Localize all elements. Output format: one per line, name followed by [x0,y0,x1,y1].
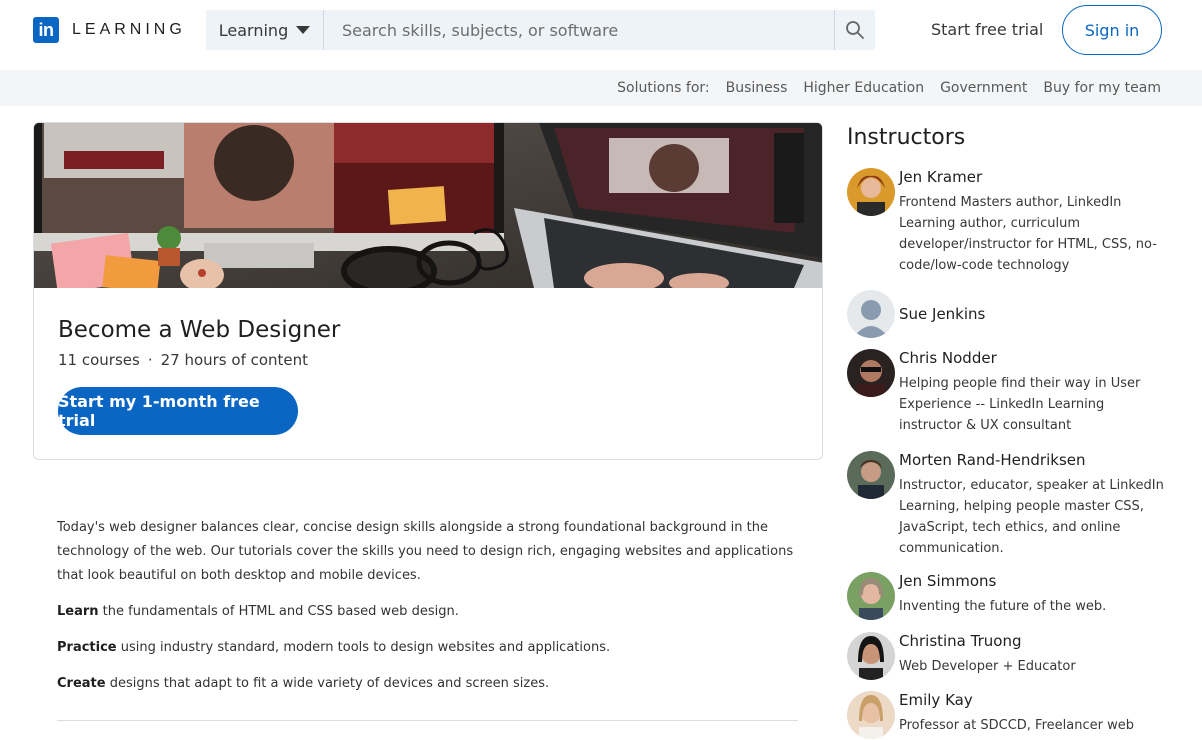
instructor-bio: Instructor, educator, speaker at LinkedI… [899,478,1164,556]
logo-wordmark: LEARNING [72,21,186,38]
top-header: in LEARNING Learning Start free trial Si… [0,0,1202,70]
description-point: Practice using industry standard, modern… [57,640,611,655]
instructor-name: Emily Kay [899,691,973,709]
instructor-name: Sue Jenkins [899,305,986,323]
avatar [847,451,895,499]
solutions-link-buy-for-team[interactable]: Buy for my team [1043,80,1161,96]
course-description: Today's web designer balances clear, con… [57,516,797,708]
linkedin-in-icon: in [33,17,59,43]
course-hours: 27 hours of content [160,351,309,369]
description-point: Create designs that adapt to fit a wide … [57,676,550,691]
instructor-name: Jen Simmons [899,572,997,590]
instructor-bio: Helping people find their way in User Ex… [899,376,1141,433]
start-free-trial-link[interactable]: Start free trial [931,20,1043,39]
instructor-bio: Professor at SDCCD, Freelancer web [899,718,1134,733]
avatar [847,691,895,739]
category-dropdown[interactable]: Learning [206,10,324,50]
instructor-name: Jen Kramer [899,168,983,186]
instructor-name: Morten Rand-Hendriksen [899,451,1086,469]
instructor-bio: Inventing the future of the web. [899,599,1107,614]
course-count: 11 courses [58,351,140,369]
avatar [847,572,895,620]
course-title: Become a Web Designer [58,317,341,343]
category-dropdown-label: Learning [218,20,289,40]
course-meta: 11 courses · 27 hours of content [58,351,308,369]
avatar [847,632,895,680]
hero-image [34,123,822,288]
instructors-heading: Instructors [847,125,966,150]
avatar [847,168,895,216]
sign-in-button[interactable]: Sign in [1062,5,1162,55]
solutions-link-business[interactable]: Business [726,80,788,96]
solutions-label: Solutions for: [617,80,710,96]
search-icon [846,21,864,39]
description-point: Learn the fundamentals of HTML and CSS b… [57,604,459,619]
instructor-bio: Frontend Masters author, LinkedIn Learni… [899,195,1157,273]
solutions-link-government[interactable]: Government [940,80,1027,96]
solutions-link-higher-education[interactable]: Higher Education [803,80,924,96]
search-bar: Learning [206,10,875,50]
instructor-name: Christina Truong [899,632,1022,650]
solutions-bar: Solutions for: Business Higher Education… [0,70,1202,106]
caret-down-icon [296,26,311,34]
linkedin-learning-logo[interactable]: in LEARNING [33,17,186,43]
learning-path-card: Become a Web Designer 11 courses · 27 hour… [33,122,823,460]
meta-separator: · [147,351,153,369]
avatar-placeholder [847,290,895,338]
search-input[interactable] [324,10,834,50]
instructor-name: Chris Nodder [899,349,997,367]
search-button[interactable] [834,10,875,50]
description-intro: Today's web designer balances clear, con… [57,520,794,583]
instructor-bio: Web Developer + Educator [899,659,1076,674]
section-divider [57,720,798,721]
avatar [847,349,895,397]
start-free-trial-button[interactable]: Start my 1-month free trial [58,387,298,435]
